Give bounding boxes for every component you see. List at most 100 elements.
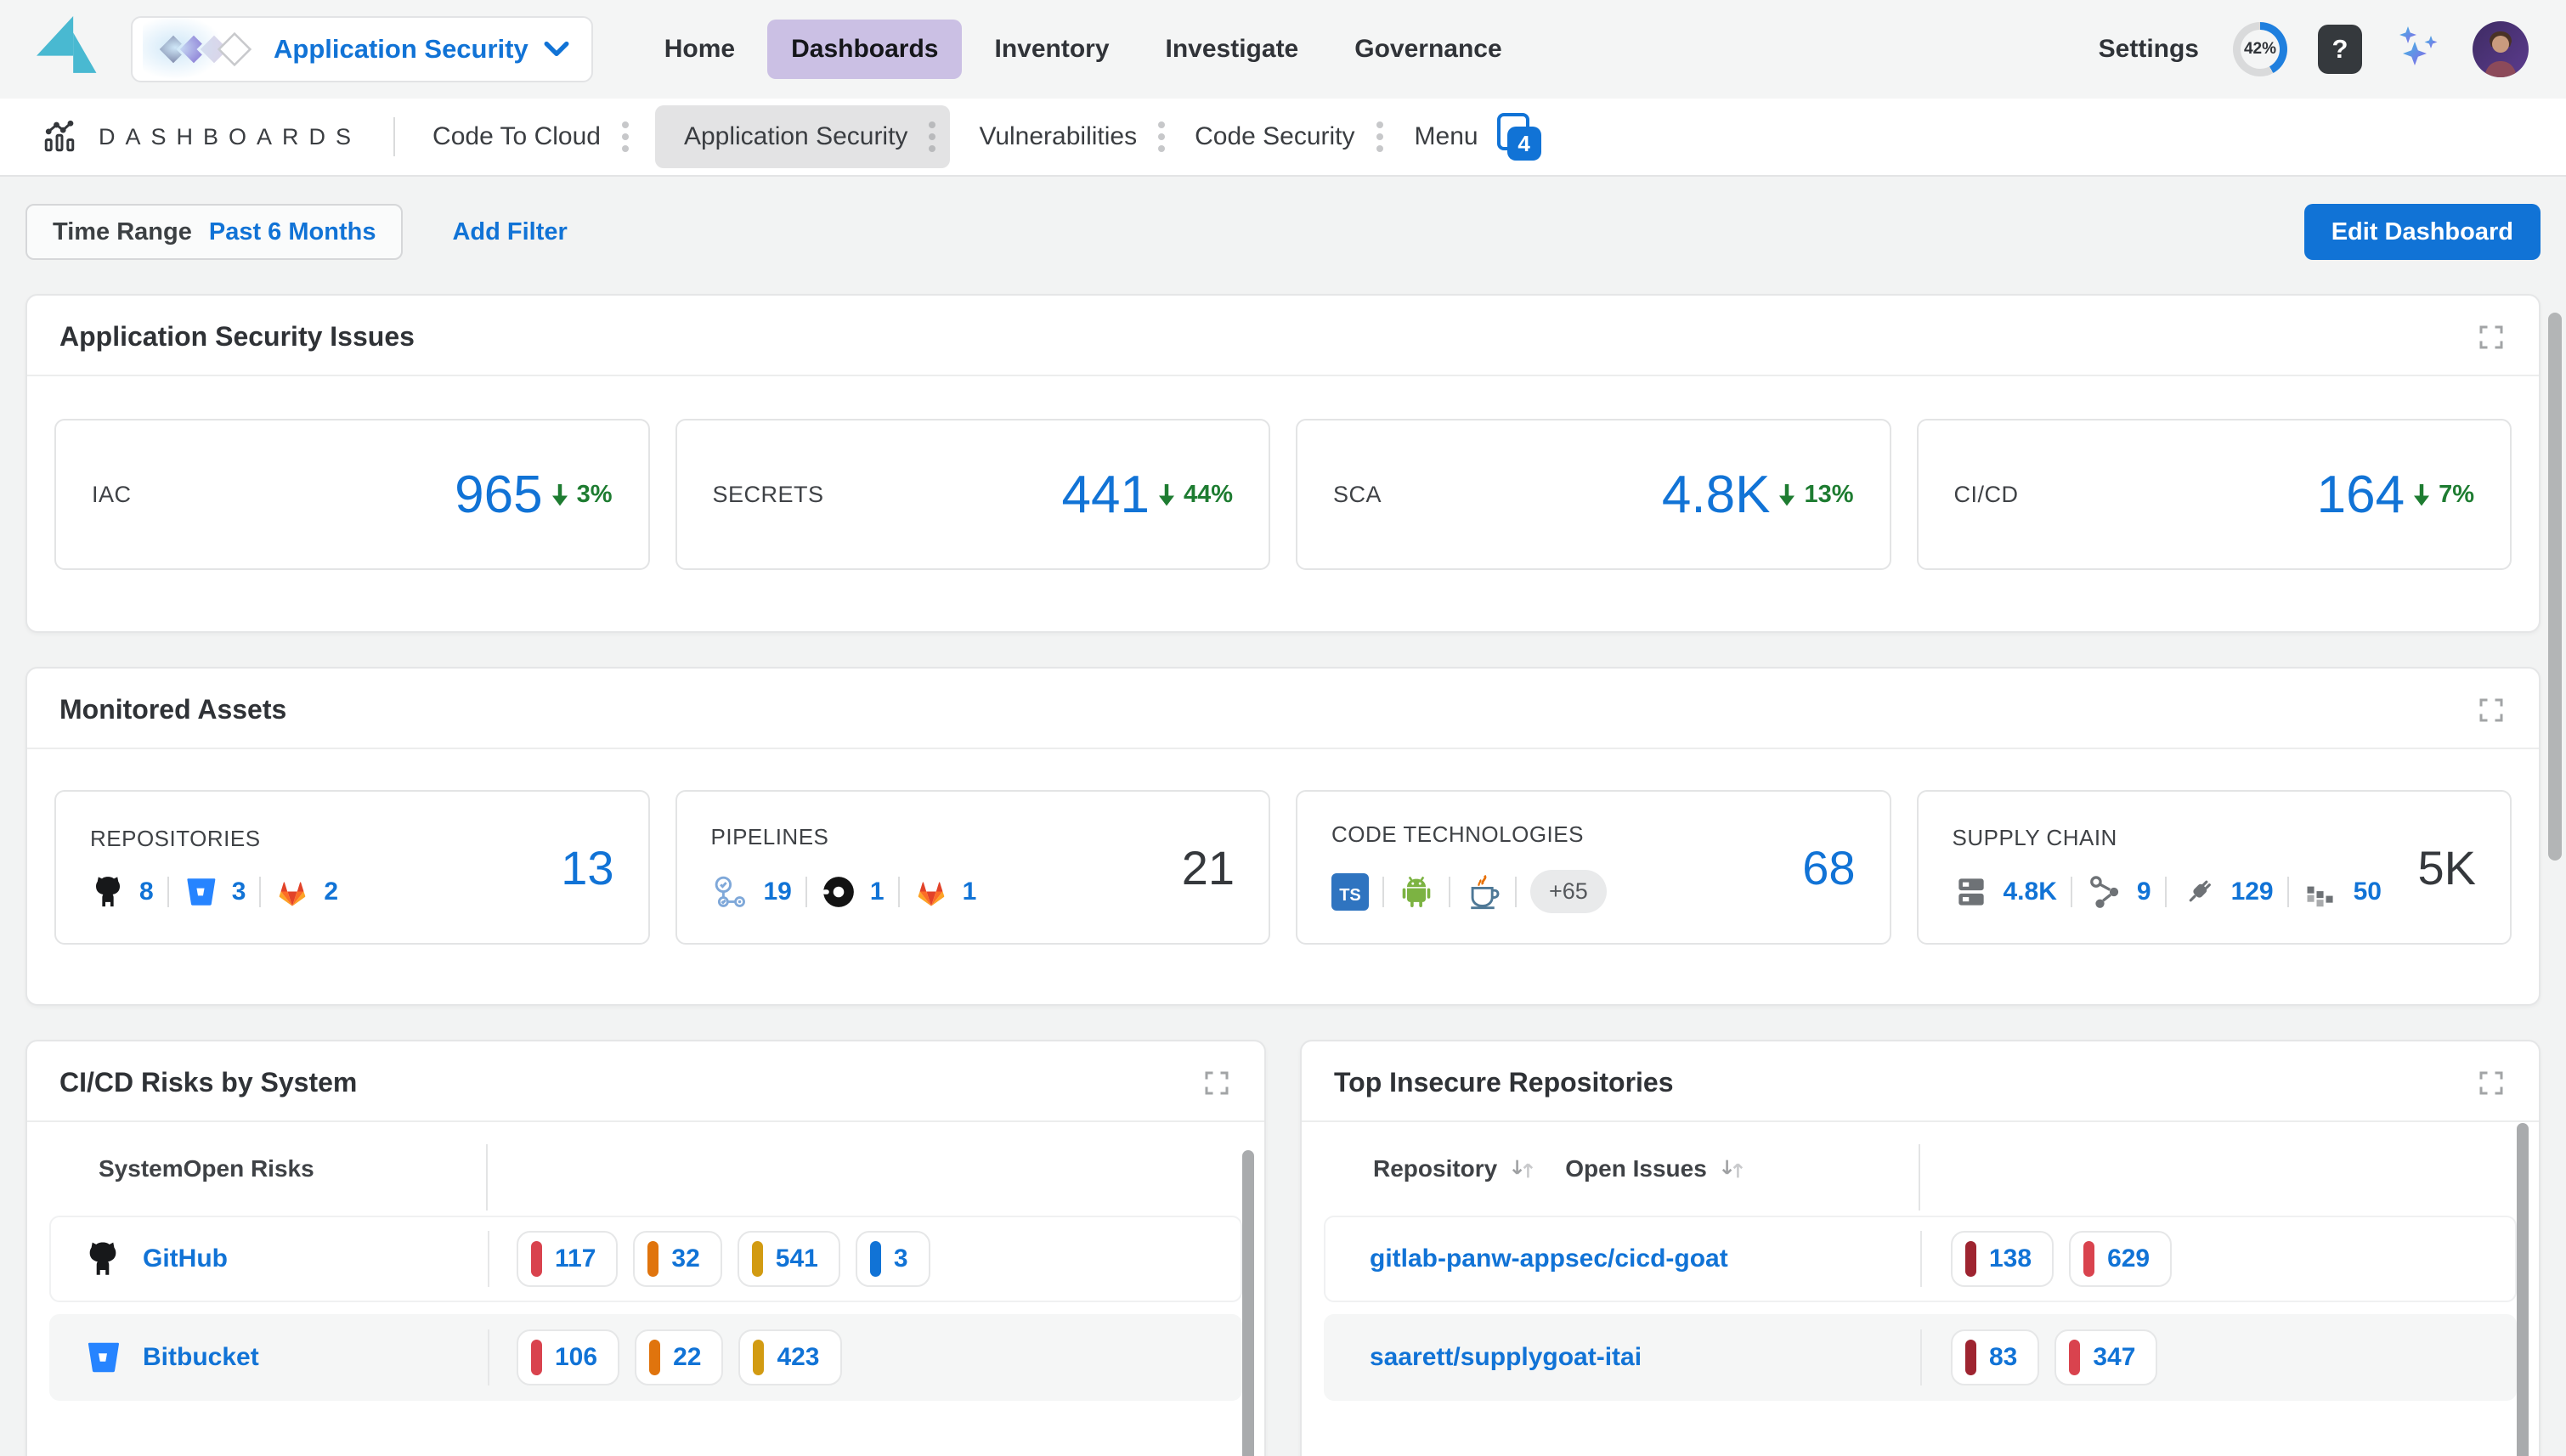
pipeline-count-gitlab[interactable]: 1	[963, 878, 977, 906]
nav-item-governance[interactable]: Governance	[1331, 20, 1525, 79]
menu-count-badge[interactable]: 4	[1497, 113, 1541, 161]
tab-code-security[interactable]: Code Security	[1191, 109, 1409, 165]
severity-badge[interactable]: 22	[635, 1329, 723, 1385]
branch-icon	[2086, 873, 2123, 911]
expand-icon[interactable]	[2476, 1068, 2507, 1098]
severity-badge[interactable]: 423	[738, 1329, 841, 1385]
typescript-icon: TS	[1331, 873, 1369, 911]
tab-application-security[interactable]: Application Security	[655, 105, 950, 168]
nav-item-investigate[interactable]: Investigate	[1142, 20, 1323, 79]
add-filter-button[interactable]: Add Filter	[452, 218, 567, 246]
top-navigation: Application Security Home Dashboards Inv…	[0, 0, 2566, 99]
severity-badge[interactable]: 3	[856, 1231, 930, 1287]
column-system[interactable]: System	[99, 1155, 184, 1182]
supply-count-branches[interactable]: 9	[2137, 878, 2151, 906]
table-row-bitbucket[interactable]: Bitbucket 106 22 423	[49, 1314, 1242, 1401]
usage-gauge[interactable]: 42%	[2233, 22, 2287, 76]
nav-item-dashboards[interactable]: Dashboards	[767, 20, 962, 79]
supply-count-plugins[interactable]: 129	[2231, 878, 2274, 906]
kebab-menu-icon[interactable]	[1376, 120, 1384, 154]
tab-code-to-cloud[interactable]: Code To Cloud	[429, 109, 655, 165]
repository-link[interactable]: gitlab-panw-appsec/cicd-goat	[1370, 1244, 1728, 1273]
trend-down-icon	[550, 482, 570, 507]
brand-logo-icon[interactable]	[31, 13, 105, 87]
table-row-github[interactable]: GitHub 117 32 541	[49, 1216, 1242, 1302]
panel-title: Monitored Assets	[59, 694, 286, 725]
table-row-repo[interactable]: saarett/supplygoat-itai 83 347	[1324, 1314, 2517, 1401]
kebab-menu-icon[interactable]	[1157, 120, 1166, 154]
dashboards-icon	[41, 119, 78, 155]
table-header: Repository Open Issues	[1302, 1122, 2539, 1216]
asset-card-supply-chain[interactable]: SUPPLY CHAIN 4.8K 9	[1917, 790, 2512, 945]
dashboard-content: Application Security Issues IAC 965 3% S…	[0, 294, 2566, 1456]
repository-link[interactable]: saarett/supplygoat-itai	[1370, 1343, 1642, 1372]
column-open-issues[interactable]: Open Issues	[1565, 1155, 1707, 1182]
repo-count-gitlab[interactable]: 2	[324, 878, 338, 906]
severity-badge[interactable]: 106	[517, 1329, 619, 1385]
app-selector-label: Application Security	[274, 34, 528, 65]
severity-badge[interactable]: 83	[1951, 1329, 2039, 1385]
repo-count-bitbucket[interactable]: 3	[232, 878, 246, 906]
severity-stripe	[753, 1340, 764, 1375]
severity-stripe	[647, 1241, 658, 1277]
kebab-menu-icon[interactable]	[621, 120, 630, 154]
stat-card-secrets[interactable]: SECRETS 441 44%	[675, 419, 1271, 570]
ai-sparkle-icon[interactable]	[2393, 25, 2442, 74]
pipeline-count-circleci[interactable]: 1	[870, 878, 885, 906]
time-range-filter[interactable]: Time Range Past 6 Months	[25, 204, 403, 260]
severity-stripe	[752, 1241, 763, 1277]
expand-icon[interactable]	[1201, 1068, 1232, 1098]
column-open-risks[interactable]: Open Risks	[184, 1155, 314, 1182]
nav-item-home[interactable]: Home	[641, 20, 759, 79]
kebab-menu-icon[interactable]	[928, 120, 936, 154]
severity-badge[interactable]: 117	[517, 1231, 618, 1287]
sort-icon[interactable]	[1509, 1157, 1536, 1181]
edit-dashboard-button[interactable]: Edit Dashboard	[2304, 204, 2541, 260]
table-scrollbar[interactable]	[1242, 1150, 1254, 1456]
modules-icon	[155, 31, 258, 68]
supply-count-packages[interactable]: 4.8K	[2004, 878, 2057, 906]
asset-total[interactable]: 13	[561, 840, 613, 895]
table-row-repo[interactable]: gitlab-panw-appsec/cicd-goat 138 629	[1324, 1216, 2517, 1302]
asset-card-code-technologies[interactable]: CODE TECHNOLOGIES TS +65	[1296, 790, 1891, 945]
column-repository[interactable]: Repository	[1373, 1155, 1497, 1182]
settings-link[interactable]: Settings	[2099, 35, 2199, 64]
system-link[interactable]: GitHub	[143, 1244, 228, 1273]
asset-total[interactable]: 68	[1802, 840, 1855, 895]
stat-card-sca[interactable]: SCA 4.8K 13%	[1296, 419, 1891, 570]
table-scrollbar[interactable]	[2517, 1123, 2529, 1456]
stat-card-iac[interactable]: IAC 965 3%	[54, 419, 650, 570]
severity-stripe	[1965, 1241, 1976, 1277]
asset-card-pipelines[interactable]: PIPELINES 19 1	[675, 790, 1271, 945]
severity-badge[interactable]: 541	[738, 1231, 840, 1287]
sort-icon[interactable]	[1719, 1157, 1746, 1181]
help-icon[interactable]: ?	[2318, 25, 2362, 74]
asset-card-repositories[interactable]: REPOSITORIES 8 3	[54, 790, 650, 945]
expand-icon[interactable]	[2476, 695, 2507, 725]
severity-badge[interactable]: 32	[633, 1231, 721, 1287]
dashboards-bar: DASHBOARDS Code To Cloud Application Sec…	[0, 99, 2566, 177]
severity-stripe	[2069, 1340, 2080, 1375]
trend-percent: 3%	[577, 481, 613, 509]
nav-item-inventory[interactable]: Inventory	[970, 20, 1133, 79]
severity-badge[interactable]: 347	[2054, 1329, 2157, 1385]
tab-vulnerabilities[interactable]: Vulnerabilities	[975, 109, 1191, 165]
tab-menu[interactable]: Menu 4	[1415, 113, 1541, 161]
page-scrollbar[interactable]	[2548, 313, 2562, 861]
pipeline-count-github-actions[interactable]: 19	[764, 878, 792, 906]
system-link[interactable]: Bitbucket	[143, 1343, 259, 1372]
usage-gauge-value: 42%	[2233, 22, 2287, 76]
supply-count-other[interactable]: 50	[2354, 878, 2382, 906]
app-selector[interactable]: Application Security	[131, 16, 593, 82]
severity-badge[interactable]: 629	[2069, 1231, 2172, 1287]
filter-bar: Time Range Past 6 Months Add Filter Edit…	[0, 177, 2566, 260]
panel-title: Application Security Issues	[59, 321, 415, 353]
repo-count-github[interactable]: 8	[139, 878, 154, 906]
user-avatar[interactable]	[2473, 21, 2529, 77]
trend-down-icon	[1156, 482, 1177, 507]
expand-icon[interactable]	[2476, 322, 2507, 353]
stat-card-cicd[interactable]: CI/CD 164 7%	[1917, 419, 2512, 570]
panel-cicd-risks-by-system: CI/CD Risks by System System Open Risks …	[25, 1040, 1266, 1456]
more-technologies-pill[interactable]: +65	[1530, 870, 1607, 913]
severity-badge[interactable]: 138	[1951, 1231, 2054, 1287]
